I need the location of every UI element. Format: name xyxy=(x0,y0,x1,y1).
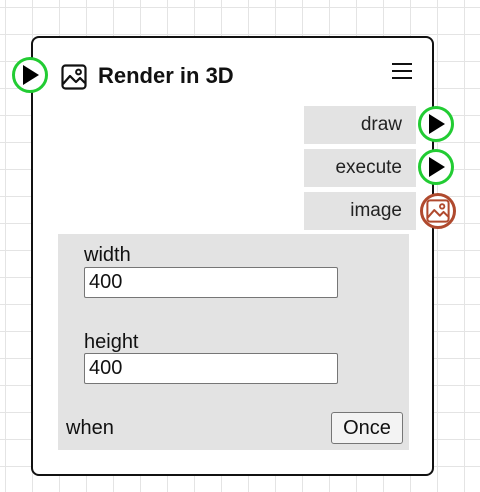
output-execute: execute xyxy=(304,149,416,187)
output-image-port[interactable] xyxy=(420,193,456,229)
image-icon xyxy=(426,199,450,223)
height-label: height xyxy=(84,331,139,353)
width-input[interactable] xyxy=(84,267,338,298)
play-icon xyxy=(429,157,445,177)
width-label: width xyxy=(84,244,131,266)
output-draw-port[interactable] xyxy=(418,106,454,142)
output-draw: draw xyxy=(304,106,416,144)
parameters-panel: width height when Once xyxy=(58,234,409,450)
when-label: when xyxy=(66,417,114,439)
input-exec-port[interactable] xyxy=(12,57,48,93)
output-image: image xyxy=(304,192,416,230)
play-icon xyxy=(429,114,445,134)
height-input[interactable] xyxy=(84,353,338,384)
output-execute-port[interactable] xyxy=(418,149,454,185)
node-title: Render in 3D xyxy=(98,63,234,88)
image-icon xyxy=(61,64,87,90)
once-button[interactable]: Once xyxy=(331,412,403,444)
play-icon xyxy=(23,65,39,85)
hamburger-menu-icon[interactable] xyxy=(392,63,412,81)
